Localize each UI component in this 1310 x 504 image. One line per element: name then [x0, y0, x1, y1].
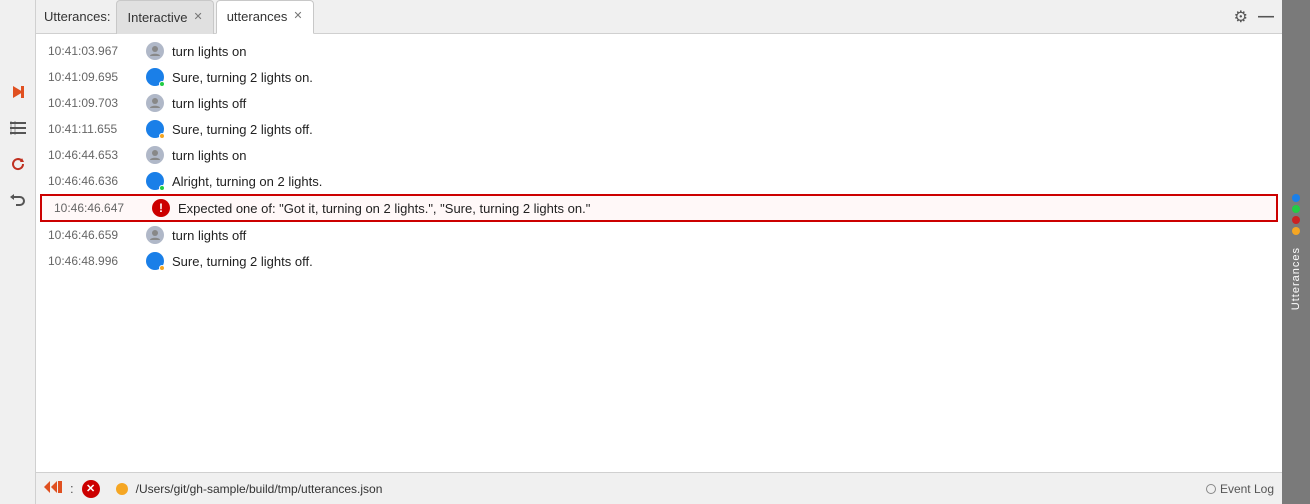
dot-red — [1292, 216, 1300, 224]
refresh-icon[interactable] — [6, 152, 30, 176]
utterance-text: Sure, turning 2 lights off. — [172, 122, 313, 137]
dot-green — [1292, 205, 1300, 213]
event-log-label: Event Log — [1220, 482, 1274, 496]
timestamp: 10:41:09.703 — [48, 96, 138, 110]
utterances-list: 10:41:03.967 turn lights on 10:41:09.695… — [36, 34, 1282, 472]
avatar-assistant — [146, 68, 164, 86]
minimize-icon[interactable]: — — [1258, 8, 1274, 26]
timestamp: 10:46:48.996 — [48, 254, 138, 268]
avatar-user — [146, 42, 164, 60]
timestamp: 10:46:46.659 — [48, 228, 138, 242]
tab-interactive-label: Interactive — [127, 10, 187, 25]
table-row: 10:41:03.967 turn lights on — [36, 38, 1282, 64]
utterance-text: turn lights off — [172, 96, 246, 111]
right-sidebar[interactable]: Utterances — [1282, 0, 1310, 504]
timestamp: 10:46:46.647 — [54, 201, 144, 215]
left-sidebar — [0, 0, 36, 504]
tab-interactive-close[interactable]: ✕ — [193, 12, 202, 23]
table-row: 10:41:11.655 Sure, turning 2 lights off. — [36, 116, 1282, 142]
dot-blue — [1292, 194, 1300, 202]
table-row: 10:41:09.703 turn lights off — [36, 90, 1282, 116]
avatar-user — [146, 146, 164, 164]
status-path-label: /Users/git/gh-sample/build/tmp/utterance… — [136, 482, 383, 496]
table-row: 10:46:44.653 turn lights on — [36, 142, 1282, 168]
tab-utterances-label: utterances — [227, 9, 288, 24]
table-row: 10:46:46.636 Alright, turning on 2 light… — [36, 168, 1282, 194]
timestamp: 10:46:46.636 — [48, 174, 138, 188]
utterance-text: Sure, turning 2 lights off. — [172, 254, 313, 269]
table-row: 10:46:48.996 Sure, turning 2 lights off. — [36, 248, 1282, 274]
utterance-text: turn lights on — [172, 44, 246, 59]
avatar-assistant — [146, 120, 164, 138]
status-bar: : ✕ /Users/git/gh-sample/build/tmp/utter… — [36, 472, 1282, 504]
status-dot-orange — [116, 483, 128, 495]
list-icon[interactable] — [6, 116, 30, 140]
timestamp: 10:41:09.695 — [48, 70, 138, 84]
error-icon: ! — [152, 199, 170, 217]
tab-interactive[interactable]: Interactive ✕ — [116, 0, 213, 34]
status-play-icon[interactable] — [44, 480, 62, 497]
utterance-text: turn lights on — [172, 148, 246, 163]
error-row: 10:46:46.647 ! Expected one of: "Got it,… — [40, 194, 1278, 222]
timestamp: 10:41:03.967 — [48, 44, 138, 58]
event-log-circle-icon — [1206, 484, 1216, 494]
status-colon-label: : — [70, 481, 74, 496]
avatar-assistant — [146, 252, 164, 270]
tab-utterances-close[interactable]: ✕ — [293, 11, 302, 22]
event-log-button[interactable]: Event Log — [1206, 482, 1274, 496]
utterance-text: Alright, turning on 2 lights. — [172, 174, 322, 189]
avatar-user — [146, 94, 164, 112]
timestamp: 10:46:44.653 — [48, 148, 138, 162]
dot-yellow — [1292, 227, 1300, 235]
avatar-user — [146, 226, 164, 244]
main-area: Utterances: Interactive ✕ utterances ✕ ⚙… — [36, 0, 1282, 504]
undo-icon[interactable] — [6, 188, 30, 212]
status-error-badge: ✕ — [82, 480, 100, 498]
table-row: 10:41:09.695 Sure, turning 2 lights on. — [36, 64, 1282, 90]
avatar-assistant — [146, 172, 164, 190]
right-sidebar-label: Utterances — [1290, 247, 1302, 310]
table-row: 10:46:46.659 turn lights off — [36, 222, 1282, 248]
sidebar-dots — [1292, 194, 1300, 235]
utterances-prefix-label: Utterances: — [44, 9, 110, 24]
utterance-text: turn lights off — [172, 228, 246, 243]
tab-utterances[interactable]: utterances ✕ — [216, 0, 314, 34]
utterance-text: Sure, turning 2 lights on. — [172, 70, 313, 85]
gear-icon[interactable]: ⚙ — [1234, 7, 1248, 27]
timestamp: 10:41:11.655 — [48, 122, 138, 136]
error-text: Expected one of: "Got it, turning on 2 l… — [178, 201, 590, 216]
tab-bar: Utterances: Interactive ✕ utterances ✕ ⚙… — [36, 0, 1282, 34]
play-icon[interactable] — [6, 80, 30, 104]
